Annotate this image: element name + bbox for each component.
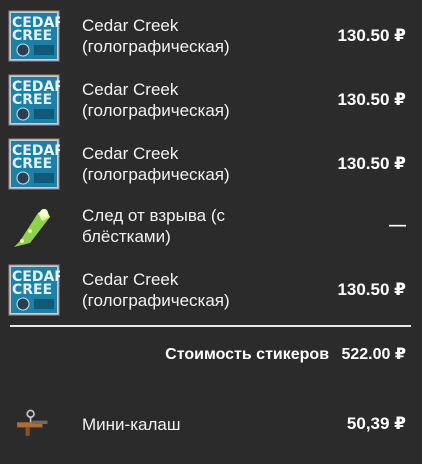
sticker-name: Cedar Creek (голографическая)	[82, 80, 230, 120]
sticker-price: 130.50 ₽	[337, 90, 406, 109]
sticker-price: 130.50 ₽	[337, 280, 406, 299]
stickers-total-label: Стоимость стикеров	[165, 346, 330, 363]
charm-row[interactable]: Мини-калаш 50,39 ₽	[0, 400, 422, 448]
sticker-row[interactable]: CEDAR CREE Cedar Creek (голографическая)…	[0, 264, 422, 316]
svg-text:CREE: CREE	[12, 156, 52, 172]
cedar-creek-sticker-icon: CEDAR CREE	[8, 138, 60, 190]
svg-text:CREE: CREE	[12, 28, 52, 44]
cedar-creek-sticker-icon: CEDAR CREE	[8, 74, 60, 126]
sticker-price: 130.50 ₽	[337, 26, 406, 45]
stickers-total: Стоимость стикеров 522.00 ₽	[165, 344, 406, 364]
stickers-total-value: 522.00 ₽	[341, 346, 406, 363]
svg-text:CREE: CREE	[12, 282, 52, 298]
divider	[10, 325, 411, 327]
sticker-price: 130.50 ₽	[337, 154, 406, 173]
sticker-row[interactable]: CEDAR CREE Cedar Creek (голографическая)…	[0, 138, 422, 190]
sticker-row[interactable]: CEDAR CREE Cedar Creek (голографическая)…	[0, 10, 422, 62]
mini-kalash-charm-icon	[17, 409, 48, 436]
cedar-creek-sticker-icon: CEDAR CREE	[8, 264, 60, 316]
sticker-name: Cedar Creek (голографическая)	[82, 270, 230, 310]
sticker-name: Cedar Creek (голографическая)	[82, 16, 230, 56]
sticker-price: —	[389, 215, 406, 234]
blast-trail-sticker-icon	[14, 209, 50, 247]
sticker-name: След от взрыва (с блёстками)	[82, 206, 225, 246]
sticker-row[interactable]: След от взрыва (с блёстками) —	[0, 200, 422, 254]
svg-text:CREE: CREE	[12, 92, 52, 108]
cedar-creek-sticker-icon: CEDAR CREE	[8, 10, 60, 62]
charm-price: 50,39 ₽	[346, 414, 406, 433]
sticker-row[interactable]: CEDAR CREE Cedar Creek (голографическая)…	[0, 74, 422, 126]
charm-name: Мини-калаш	[82, 415, 181, 434]
sticker-name: Cedar Creek (голографическая)	[82, 144, 230, 184]
